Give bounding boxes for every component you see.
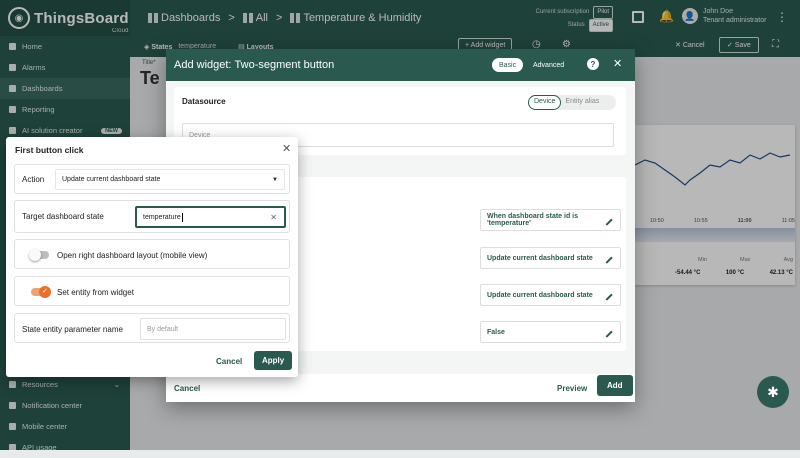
close-icon[interactable]: ✕ (613, 57, 622, 70)
open-right-layout-toggle[interactable] (29, 249, 49, 261)
entity-alias-option[interactable]: Entity alias (561, 95, 603, 110)
open-right-layout-label: Open right dashboard layout (mobile view… (57, 251, 208, 260)
edit-icon[interactable] (601, 289, 613, 301)
device-option[interactable]: Device (528, 95, 562, 110)
dialog-title: Two-segment button (234, 59, 335, 71)
edit-icon[interactable] (601, 326, 613, 338)
action-select[interactable]: Update current dashboard state ▼ (55, 169, 285, 190)
state-param-label: State entity parameter name (22, 325, 123, 334)
clear-icon[interactable]: ✕ (270, 213, 277, 222)
popover-title: First button click (15, 145, 84, 155)
datasource-type-toggle: Device Entity alias (528, 95, 616, 110)
action-row: Action Update current dashboard state ▼ (14, 164, 290, 194)
advanced-mode-button[interactable]: Advanced (526, 58, 571, 72)
preview-button[interactable]: Preview (557, 384, 587, 393)
set-entity-toggle[interactable]: ✓ (31, 286, 51, 298)
target-state-input[interactable]: temperature ✕ (135, 206, 286, 228)
dialog-footer: Cancel Preview Add (166, 374, 635, 402)
state-condition-field[interactable]: When dashboard state id is 'temperature' (480, 209, 621, 231)
second-button-click-field[interactable]: Update current dashboard state (480, 284, 621, 306)
set-entity-row: ✓ Set entity from widget (14, 276, 290, 306)
disabled-state-field[interactable]: False (480, 321, 621, 343)
text-cursor (181, 212, 183, 222)
add-button[interactable]: Add (597, 375, 633, 396)
dropdown-arrow-icon: ▼ (272, 176, 278, 183)
open-right-layout-row: Open right dashboard layout (mobile view… (14, 239, 290, 269)
action-label: Action (22, 175, 45, 184)
first-button-click-popover: First button click ✕ Action Update curre… (6, 137, 298, 377)
dialog-header: Add widget: Two-segment button Basic Adv… (166, 49, 635, 81)
set-entity-label: Set entity from widget (57, 288, 134, 297)
first-button-click-field[interactable]: Update current dashboard state (480, 247, 621, 269)
apply-button[interactable]: Apply (254, 351, 293, 370)
basic-mode-button[interactable]: Basic (492, 58, 524, 72)
edit-icon[interactable] (601, 252, 613, 264)
ai-assistant-icon[interactable]: ✱ (757, 376, 789, 408)
state-param-row: State entity parameter name By default (14, 313, 290, 343)
help-icon[interactable]: ? (587, 58, 599, 70)
dialog-cancel-button[interactable]: Cancel (174, 384, 200, 393)
target-state-label: Target dashboard state (22, 212, 104, 221)
dialog-title-prefix: Add widget: (174, 59, 232, 71)
close-icon[interactable]: ✕ (282, 142, 291, 155)
state-param-input[interactable]: By default (140, 318, 286, 340)
datasource-label: Datasource (182, 97, 226, 106)
popover-cancel-button[interactable]: Cancel (216, 357, 242, 366)
target-state-row: Target dashboard state temperature ✕ (14, 200, 290, 233)
